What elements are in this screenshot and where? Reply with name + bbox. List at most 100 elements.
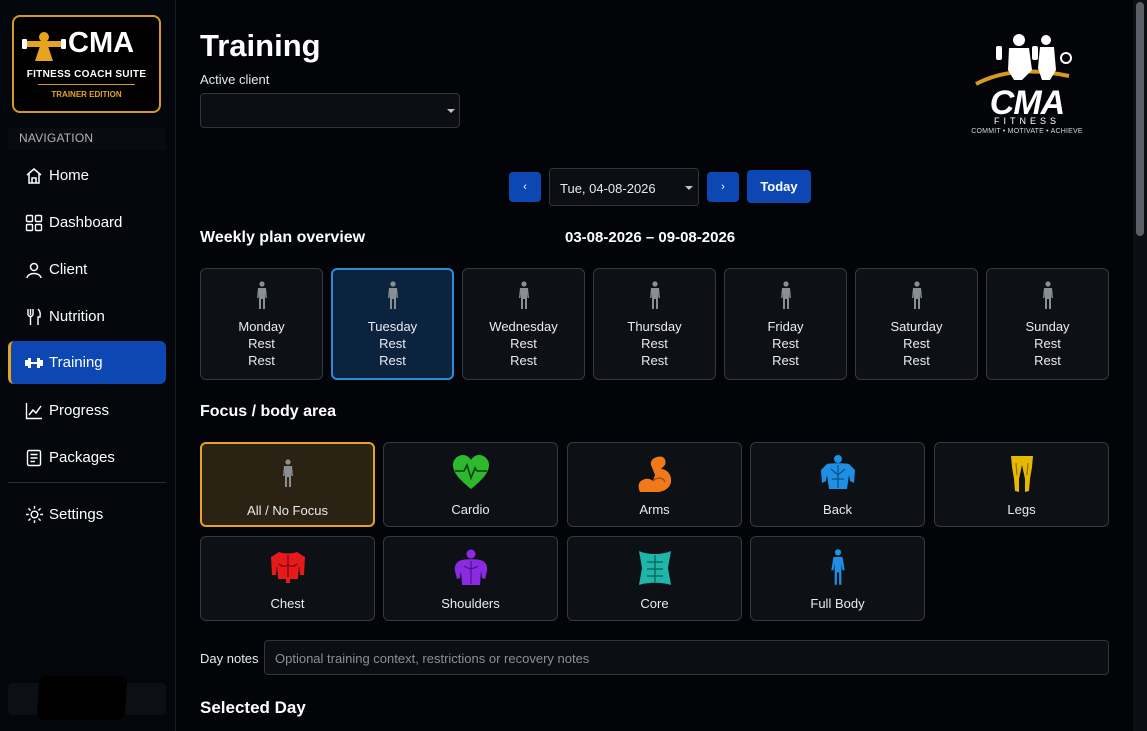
sidebar-item-progress[interactable]: Progress bbox=[8, 389, 166, 432]
home-icon bbox=[24, 166, 44, 186]
focus-card-back[interactable]: Back bbox=[750, 442, 925, 527]
day-card-monday[interactable]: Monday Rest Rest bbox=[200, 268, 323, 380]
vertical-scrollbar[interactable] bbox=[1133, 0, 1147, 731]
selected-day-heading: Selected Day bbox=[200, 698, 306, 717]
logo-subtitle: FITNESS COACH SUITE bbox=[26, 69, 147, 80]
focus-label: Shoulders bbox=[441, 596, 500, 611]
day-notes-input[interactable]: Optional training context, restrictions … bbox=[264, 640, 1109, 675]
sidebar-item-label: Dashboard bbox=[49, 214, 123, 231]
day-plan-secondary: Rest bbox=[248, 353, 275, 368]
day-card-wednesday[interactable]: Wednesday Rest Rest bbox=[462, 268, 585, 380]
brand-subtitle: FITNESS bbox=[993, 116, 1060, 126]
day-card-thursday[interactable]: Thursday Rest Rest bbox=[593, 268, 716, 380]
focus-label: Back bbox=[823, 502, 852, 517]
day-name: Saturday bbox=[890, 319, 943, 334]
nav-divider bbox=[8, 482, 166, 483]
nav-heading: NAVIGATION bbox=[8, 128, 166, 150]
body-figure-icon bbox=[387, 281, 398, 309]
active-client-select[interactable] bbox=[200, 93, 460, 128]
day-card-sunday[interactable]: Sunday Rest Rest bbox=[986, 268, 1109, 380]
chevron-down-icon bbox=[685, 186, 693, 190]
sidebar-item-nutrition[interactable]: Nutrition bbox=[8, 295, 166, 338]
focus-card-shoulders[interactable]: Shoulders bbox=[383, 536, 558, 621]
week-range: 03-08-2026 – 09-08-2026 bbox=[565, 229, 736, 246]
brand-tagline: COMMIT • MOTIVATE • ACHIEVE bbox=[971, 128, 1083, 135]
body-figure-icon bbox=[911, 281, 922, 309]
day-name: Sunday bbox=[1025, 319, 1070, 334]
logo-edition: TRAINER EDITION bbox=[51, 90, 122, 99]
body-figure-icon bbox=[649, 281, 660, 309]
sidebar-item-label: Progress bbox=[49, 402, 110, 419]
main-content: Training Active client CMA FITNESS COMMI… bbox=[177, 0, 1133, 731]
focus-card-all[interactable]: All / No Focus bbox=[200, 442, 375, 527]
day-plan-secondary: Rest bbox=[379, 353, 406, 368]
day-card-tuesday[interactable]: Tuesday Rest Rest bbox=[331, 268, 454, 380]
today-button[interactable]: Today bbox=[747, 170, 811, 203]
body-figure-icon bbox=[780, 281, 791, 309]
day-name: Wednesday bbox=[489, 319, 558, 334]
next-day-button[interactable]: › bbox=[707, 172, 739, 202]
weekly-plan-heading: Weekly plan overview bbox=[200, 229, 366, 246]
sidebar-item-settings[interactable]: Settings bbox=[8, 493, 166, 536]
sidebar-item-training[interactable]: Training bbox=[8, 341, 166, 384]
day-plan-primary: Rest bbox=[903, 336, 930, 351]
focus-label: Legs bbox=[1007, 502, 1036, 517]
day-plan-secondary: Rest bbox=[510, 353, 537, 368]
sidebar: CMA FITNESS COACH SUITE TRAINER EDITION … bbox=[0, 0, 176, 731]
day-name: Tuesday bbox=[367, 319, 418, 334]
full-body-icon bbox=[830, 549, 845, 585]
sidebar-item-label: Client bbox=[49, 261, 88, 278]
focus-heading: Focus / body area bbox=[200, 403, 337, 420]
sidebar-item-label: Nutrition bbox=[49, 308, 105, 325]
dumbbell-icon bbox=[24, 353, 44, 373]
day-card-friday[interactable]: Friday Rest Rest bbox=[724, 268, 847, 380]
body-figure-icon bbox=[518, 281, 529, 309]
day-plan-primary: Rest bbox=[772, 336, 799, 351]
focus-card-cardio[interactable]: Cardio bbox=[383, 442, 558, 527]
focus-label: All / No Focus bbox=[247, 503, 328, 518]
focus-card-arms[interactable]: Arms bbox=[567, 442, 742, 527]
focus-label: Arms bbox=[639, 502, 670, 517]
sidebar-item-packages[interactable]: Packages bbox=[8, 436, 166, 479]
logo-person-icon bbox=[22, 32, 66, 61]
date-navigation: ‹ Tue, 04-08-2026 › Today bbox=[177, 168, 1133, 206]
logo-divider bbox=[38, 84, 135, 85]
day-notes-label: Day notes bbox=[200, 651, 259, 666]
focus-card-core[interactable]: Core bbox=[567, 536, 742, 621]
app-logo: CMA FITNESS COACH SUITE TRAINER EDITION bbox=[12, 15, 161, 113]
day-plan-primary: Rest bbox=[1034, 336, 1061, 351]
sidebar-item-label: Training bbox=[49, 354, 103, 371]
body-figure-icon bbox=[282, 459, 293, 487]
core-icon bbox=[638, 551, 671, 585]
scrollbar-thumb[interactable] bbox=[1136, 2, 1144, 236]
progress-chart-icon bbox=[24, 401, 44, 421]
focus-card-legs[interactable]: Legs bbox=[934, 442, 1109, 527]
arm-icon bbox=[638, 456, 671, 492]
prev-day-button[interactable]: ‹ bbox=[509, 172, 541, 202]
focus-card-chest[interactable]: Chest bbox=[200, 536, 375, 621]
focus-areas: All / No Focus Cardio Arms Back Legs Che… bbox=[200, 442, 1110, 621]
sidebar-item-client[interactable]: Client bbox=[8, 248, 166, 291]
packages-icon bbox=[24, 448, 44, 468]
focus-card-full-body[interactable]: Full Body bbox=[750, 536, 925, 621]
gear-icon bbox=[24, 505, 44, 525]
sidebar-item-home[interactable]: Home bbox=[8, 154, 166, 197]
focus-label: Chest bbox=[270, 596, 305, 611]
sidebar-item-label: Packages bbox=[49, 449, 115, 466]
day-card-saturday[interactable]: Saturday Rest Rest bbox=[855, 268, 978, 380]
day-plan-primary: Rest bbox=[641, 336, 668, 351]
client-icon bbox=[24, 260, 44, 280]
brand-logo: CMA FITNESS COMMIT • MOTIVATE • ACHIEVE bbox=[964, 32, 1094, 140]
day-plan-secondary: Rest bbox=[641, 353, 668, 368]
focus-label: Cardio bbox=[451, 502, 490, 517]
day-plan-secondary: Rest bbox=[903, 353, 930, 368]
sidebar-item-dashboard[interactable]: Dashboard bbox=[8, 201, 166, 244]
nutrition-icon bbox=[24, 307, 44, 327]
day-name: Thursday bbox=[627, 319, 682, 334]
day-plan-primary: Rest bbox=[510, 336, 537, 351]
day-plan-primary: Rest bbox=[248, 336, 275, 351]
sidebar-item-label: Home bbox=[49, 167, 90, 184]
chest-icon bbox=[270, 552, 305, 583]
body-figure-icon bbox=[256, 281, 267, 309]
date-select[interactable]: Tue, 04-08-2026 bbox=[549, 168, 699, 206]
